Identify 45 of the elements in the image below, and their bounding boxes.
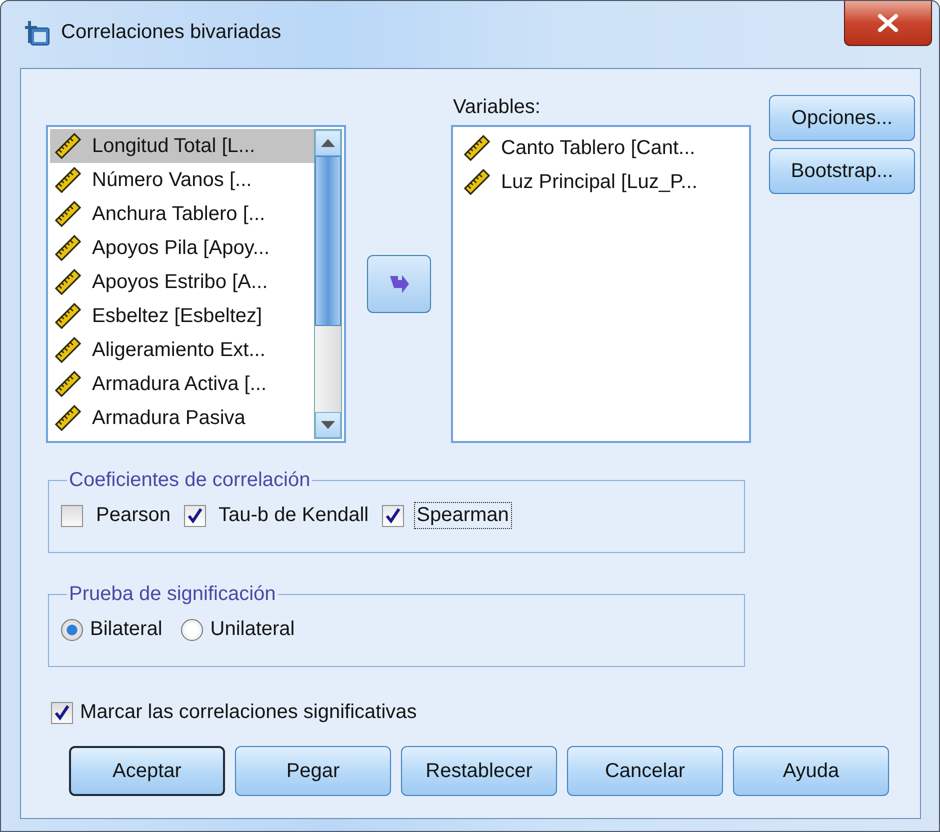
radio-button[interactable] (61, 618, 83, 640)
radio-label[interactable]: Bilateral (87, 616, 166, 643)
move-button[interactable] (367, 255, 431, 313)
close-icon (877, 14, 899, 32)
up-arrow-icon (321, 139, 335, 147)
dialog-button[interactable]: Ayuda (733, 746, 889, 796)
window-title: Correlaciones bivariadas (61, 21, 282, 44)
checkbox[interactable] (61, 504, 83, 526)
arrow-icon (388, 273, 410, 295)
scroll-up-button[interactable] (315, 130, 341, 156)
list-item[interactable]: Aligeramiento Ext... (50, 333, 314, 367)
checkbox-label[interactable]: Marcar las correlaciones significativas (77, 699, 420, 726)
dialog-button[interactable]: Bootstrap... (769, 148, 915, 194)
list-item[interactable]: Número Vanos [... (50, 163, 314, 197)
checkbox[interactable] (382, 504, 404, 526)
checkbox[interactable] (184, 504, 206, 526)
checkbox[interactable] (51, 702, 73, 724)
list-item[interactable]: Longitud Total [L... (50, 129, 314, 163)
radio-label[interactable]: Unilateral (207, 616, 298, 643)
checkbox-label[interactable]: Pearson (93, 502, 174, 529)
dialog-button[interactable]: Aceptar (69, 746, 225, 796)
group-title: Prueba de significación (68, 583, 277, 606)
dialog-button[interactable]: Opciones... (769, 95, 915, 141)
table-icon (25, 18, 51, 46)
list-item[interactable]: Luz Principal [Luz_P... (459, 165, 743, 199)
down-arrow-icon (321, 421, 335, 429)
dialog-button[interactable]: Pegar (235, 746, 391, 796)
group-title: Coeficientes de correlación (68, 469, 312, 492)
checkbox-label[interactable]: Tau-b de Kendall (216, 502, 372, 529)
close-button[interactable] (844, 1, 932, 46)
dialog-button[interactable]: Restablecer (401, 746, 557, 796)
list-item[interactable]: Esbeltez [Esbeltez] (50, 299, 314, 333)
list-item[interactable]: Canto Tablero [Cant... (459, 131, 743, 165)
list-item[interactable]: Apoyos Pila [Apoy... (50, 231, 314, 265)
checkbox-label[interactable]: Spearman (414, 502, 512, 529)
scroll-down-button[interactable] (315, 412, 341, 438)
list-item[interactable]: Armadura Pasiva (50, 401, 314, 435)
dialog-button[interactable]: Cancelar (567, 746, 723, 796)
list-item[interactable]: Apoyos Estribo [A... (50, 265, 314, 299)
radio-button[interactable] (181, 618, 204, 640)
scrollbar[interactable] (314, 129, 342, 439)
scrollbar-thumb[interactable] (315, 156, 341, 326)
list-item[interactable]: Anchura Tablero [... (50, 197, 314, 231)
list-item[interactable]: Armadura Activa [... (50, 367, 314, 401)
variables-label: Variables: (452, 95, 540, 120)
